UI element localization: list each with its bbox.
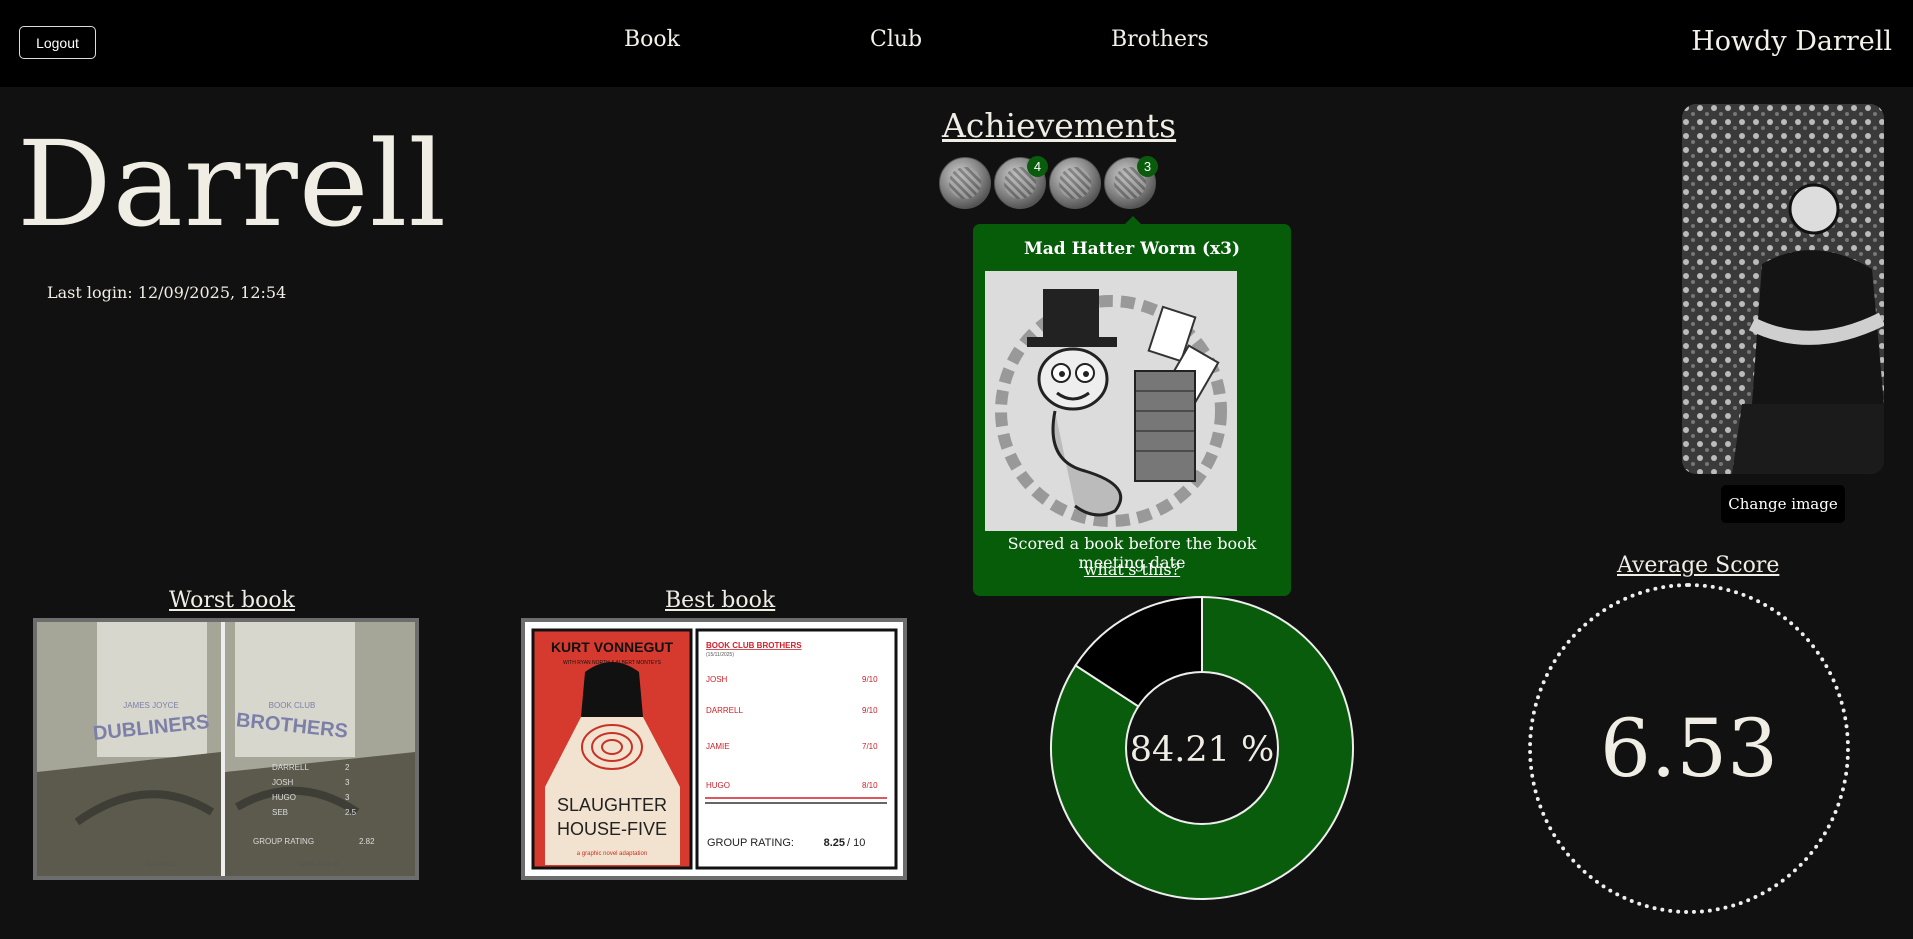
worst-score-name: JOSH — [272, 778, 294, 787]
worst-score-value: 3 — [345, 793, 350, 802]
best-score-name: HUGO — [706, 781, 730, 790]
best-book-image[interactable]: KURT VONNEGUT WITH RYAN NORTH & ALBERT M… — [521, 618, 907, 880]
best-score-name: DARRELL — [706, 706, 743, 715]
worst-cover-footer: CLASSICS — [147, 862, 177, 868]
whats-this-link[interactable]: what's this? — [973, 560, 1291, 579]
completion-donut-chart: 84.21 % — [1050, 595, 1354, 900]
badge-count: 4 — [1027, 156, 1048, 177]
best-cover-title-1: SLAUGHTER — [557, 795, 667, 815]
best-score-value: 9/10 — [862, 675, 878, 684]
nav-link-book[interactable]: Book — [624, 27, 680, 52]
worst-score-value: 2 — [345, 763, 350, 772]
worst-card-header-small: BOOK CLUB — [269, 701, 316, 710]
achievement-illustration — [985, 271, 1237, 531]
best-cover-author: KURT VONNEGUT — [551, 639, 674, 655]
nav-link-club[interactable]: Club — [870, 27, 922, 52]
achievement-badges: 4 3 — [939, 156, 1158, 209]
achievements-title: Achievements — [942, 106, 1177, 145]
profile-photo — [1682, 104, 1884, 474]
worst-cover-author: JAMES JOYCE — [123, 701, 179, 710]
donut-label: 84.21 % — [1130, 730, 1275, 770]
best-cover-tagline: a graphic novel adaptation — [577, 851, 647, 857]
top-navigation-bar: Logout Book Club Brothers Howdy Darrell — [0, 0, 1913, 87]
best-group-rating-label: GROUP RATING: — [707, 837, 794, 849]
badge-count: 3 — [1137, 156, 1158, 177]
worst-book-image[interactable]: JAMES JOYCE DUBLINERS BOOK CLUB BROTHERS… — [33, 618, 419, 880]
best-score-name: JOSH — [706, 675, 728, 684]
worst-score-name: DARRELL — [272, 763, 309, 772]
best-card-header: BOOK CLUB BROTHERS — [706, 641, 802, 650]
average-score-title: Average Score — [1617, 553, 1780, 578]
page-title: Darrell — [17, 115, 448, 253]
achievement-badge-3[interactable] — [1049, 157, 1101, 209]
logout-button[interactable]: Logout — [19, 26, 96, 59]
user-greeting: Howdy Darrell — [1691, 26, 1892, 57]
average-score-circle: 6.53 — [1528, 583, 1850, 914]
best-book-title: Best book — [665, 588, 776, 613]
worst-book-title: Worst book — [169, 588, 295, 613]
worst-card-footer: DATE 20.12.24 — [299, 862, 340, 868]
achievement-tooltip: Mad Hatter Worm (x3) Scored a book befor… — [973, 216, 1291, 596]
last-login-text: Last login: 12/09/2025, 12:54 — [47, 283, 287, 302]
achievement-badge-1[interactable] — [939, 157, 991, 209]
nav-link-brothers[interactable]: Brothers — [1111, 27, 1209, 52]
best-score-value: 8/10 — [862, 781, 878, 790]
average-score-value: 6.53 — [1599, 702, 1779, 795]
best-score-name: JAMIE — [706, 742, 730, 751]
best-score-value: 9/10 — [862, 706, 878, 715]
worst-group-rating-label: GROUP RATING — [253, 837, 314, 846]
best-score-value: 7/10 — [862, 742, 878, 751]
worst-group-rating: 2.82 — [359, 837, 375, 846]
worst-score-value: 2.5 — [345, 808, 357, 817]
worst-score-name: SEB — [272, 808, 288, 817]
best-group-rating: 8.25 — [824, 837, 845, 849]
best-group-rating-suffix: / 10 — [847, 837, 865, 849]
change-image-button[interactable]: Change image — [1721, 485, 1845, 523]
best-card-date: (15/11/2025) — [706, 652, 734, 658]
badge-image — [949, 167, 981, 199]
achievement-badge-2[interactable]: 4 — [994, 156, 1048, 209]
worst-score-value: 3 — [345, 778, 350, 787]
achievement-title: Mad Hatter Worm (x3) — [1023, 239, 1241, 259]
badge-image — [1059, 167, 1091, 199]
worst-score-name: HUGO — [272, 793, 296, 802]
achievement-badge-4[interactable]: 3 — [1104, 156, 1158, 209]
best-cover-title-2: HOUSE-FIVE — [557, 819, 667, 839]
